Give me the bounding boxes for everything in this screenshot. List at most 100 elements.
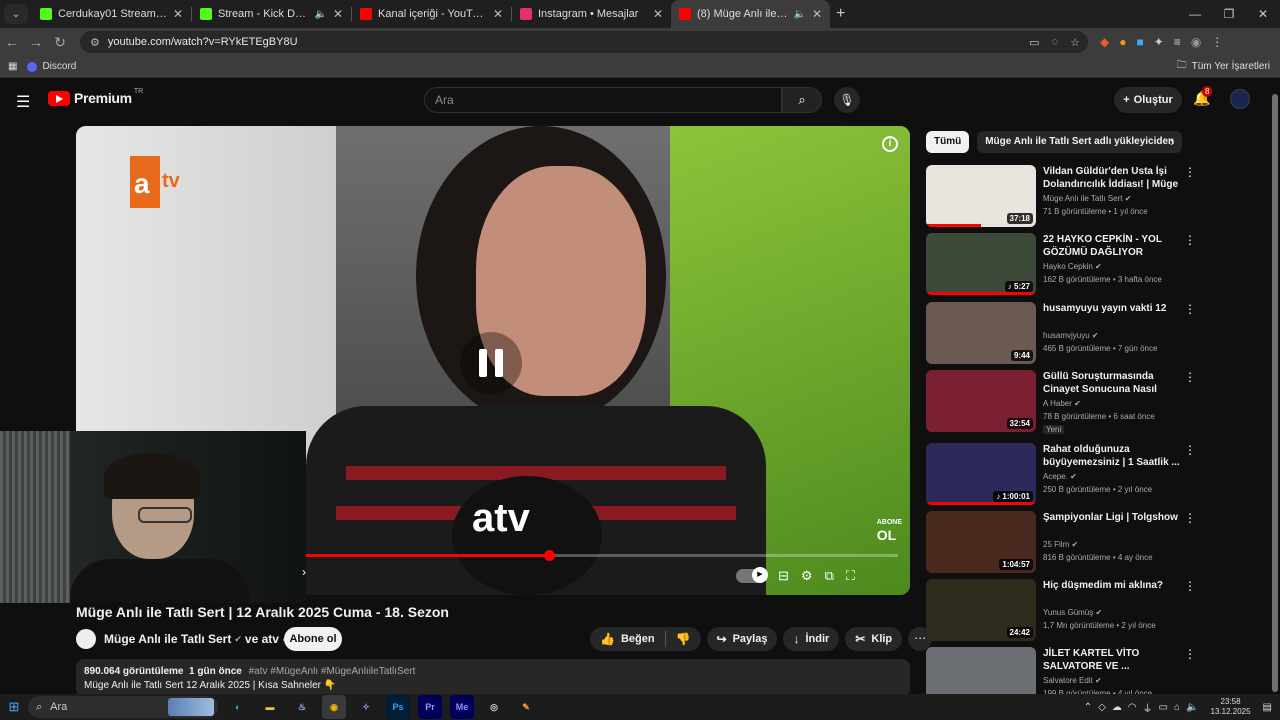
notification-center-icon[interactable]: ▤ [1263,702,1272,713]
recommendation-channel[interactable]: 25 Film ✔ [1043,540,1078,549]
recommendation-title[interactable]: Hiç düşmedim mi aklına? [1043,579,1183,592]
back-button[interactable]: ← [0,34,24,50]
like-button[interactable]: 👍 Beğen [590,627,665,651]
subscribe-button[interactable]: Abone ol [284,627,342,651]
scrubber-handle[interactable] [543,550,555,561]
fullscreen-icon[interactable]: ⛶ [846,568,855,584]
recommendation-title[interactable]: Rahat olduğunuza büyüyemezsiniz | 1 Saat… [1043,443,1183,469]
page-scrollbar[interactable] [1270,80,1280,694]
obs-icon[interactable]: ◎ [482,695,506,719]
more-options-icon[interactable]: ⋮ [1184,165,1196,179]
all-bookmarks[interactable]: 🗀 Tüm Yer İşaretleri [1177,58,1270,75]
copilot-icon[interactable]: ✧ [354,695,378,719]
video-thumbnail[interactable]: 24:42 [926,579,1036,641]
video-thumbnail[interactable]: 1:04:57 [926,511,1036,573]
more-options-icon[interactable]: ⋮ [1184,647,1196,661]
chevron-right-icon[interactable]: › [302,565,306,579]
more-options-icon[interactable]: ⋮ [1184,302,1196,316]
chip-all[interactable]: Tümü [926,131,970,153]
minimize-button[interactable]: — [1178,0,1212,28]
steam-icon[interactable]: ♨ [290,695,314,719]
windows-start-icon[interactable]: ⊞ [0,699,28,715]
description-box[interactable]: 890.064 görüntüleme 1 gün önce #atv #Müg… [76,659,910,697]
window-close-button[interactable]: ✕ [1246,0,1280,28]
tab-youtube-video[interactable]: (8) Müge Anlı ile Tatlı Sert | 12 Aralık… [671,0,830,28]
recommendation-item[interactable]: 24:42 Hiç düşmedim mi aklına? Yunus Gümüş … [926,579,1256,641]
close-icon[interactable]: ✕ [173,7,183,21]
chevron-up-icon[interactable]: ⌃ [1084,702,1092,713]
recommendation-title[interactable]: Güllü Soruşturmasında Cinayet Sonucuna N… [1043,370,1183,396]
tab-search-button[interactable]: ⌄ [4,4,28,24]
recommendation-channel[interactable]: Müge Anlı ile Tatlı Sert ✔ [1043,194,1131,203]
paint-app-icon[interactable]: ✎ [514,695,538,719]
bookmark-star-icon[interactable]: ☆ [1070,36,1080,49]
clip-button[interactable]: ✂ Klip [845,627,903,651]
search-button[interactable]: ⌕ [782,87,822,113]
chevron-right-icon[interactable]: › [1170,134,1174,149]
network-icon[interactable]: ⌂ [1174,702,1180,713]
url-bar[interactable]: ⚙ youtube.com/watch?v=RYkETEgBY8U ▭ ◌ ☆ [80,31,1088,53]
hashtags[interactable]: #atv #MügeAnlı #MügeAnlıileTatlıSert [249,666,416,677]
cloud-icon[interactable]: ☁ [1112,702,1122,713]
recommendation-channel[interactable]: Yunus Gümüş ✔ [1043,608,1102,617]
recommendation-channel[interactable]: Acepe. ✔ [1043,472,1077,481]
apps-grid-icon[interactable]: ▦ [8,61,17,72]
recommendation-item[interactable]: 1:04:57 Şampiyonlar Ligi | Tolgshow 25 Fil… [926,511,1256,573]
recommendation-title[interactable]: JİLET KARTEL VİTO SALVATORE VE ... [1043,647,1183,673]
recommendation-channel[interactable]: A Haber ✔ [1043,399,1081,408]
photoshop-icon[interactable]: Ps [386,695,410,719]
share-button[interactable]: ↪ Paylaş [706,627,778,651]
menu-icon[interactable]: ☰ [16,92,30,112]
speaker-icon[interactable]: 🔈 [314,9,326,20]
info-icon[interactable]: i [882,136,898,152]
recommendation-channel[interactable]: Hayko Cepkin ✔ [1043,262,1102,271]
chrome-icon[interactable]: ◉ [322,695,346,719]
battery-icon[interactable]: ▭ [1159,702,1168,713]
profile-icon[interactable]: ◉ [1191,35,1201,49]
browser-menu-icon[interactable]: ⋮ [1211,35,1223,49]
recommendation-channel[interactable]: husamvjyuyu ✔ [1043,331,1099,340]
taskbar-search[interactable]: ⌕ Ara [28,696,218,718]
miniplayer-icon[interactable]: ⧉ [825,568,834,584]
account-avatar[interactable] [1230,89,1250,109]
reading-list-icon[interactable]: ≡ [1174,35,1181,49]
video-thumbnail[interactable]: 32:54 [926,370,1036,432]
new-tab-button[interactable]: + [836,5,845,23]
recommendation-item[interactable]: 9:44 husamyuyu yayın vakti 12 husamvjyuyu … [926,302,1256,364]
download-button[interactable]: ↓ İndir [783,627,840,651]
recommendation-item[interactable]: 37:18 Vildan Güldür'den Usta İşi Dolandır… [926,165,1256,227]
file-explorer-icon[interactable]: ▬ [258,695,282,719]
chip-from-uploader[interactable]: Müge Anlı ile Tatlı Sert adlı yükleyicid… [977,131,1183,153]
search-input[interactable]: Ara [424,87,782,113]
tab-kick-watch[interactable]: Cerdukay01 Stream - Watch Live on Kick ✕ [32,0,191,28]
more-options-icon[interactable]: ⋮ [1184,511,1196,525]
close-icon[interactable]: ✕ [333,7,343,21]
more-options-icon[interactable]: ⋮ [1184,579,1196,593]
settings-gear-icon[interactable]: ⚙ [801,568,813,584]
media-encoder-icon[interactable]: Me [450,695,474,719]
forward-button[interactable]: → [24,34,48,50]
video-thumbnail[interactable]: 9:44 [926,302,1036,364]
site-info-icon[interactable]: ⚙ [90,36,100,49]
premiere-icon[interactable]: Pr [418,695,442,719]
bookmark-discord[interactable]: Discord [27,61,76,72]
recommendation-item[interactable]: ♪ 1:00:01 Rahat olduğunuza büyüyemezsiniz… [926,443,1256,505]
recommendation-title[interactable]: 22 HAYKO CEPKİN - YOL GÖZÜMÜ DAĞLIYOR AK… [1043,233,1183,259]
extension-orange-icon[interactable]: ● [1119,35,1126,49]
volume-icon[interactable]: 🔈 [1186,702,1198,713]
video-thumbnail[interactable]: ♪ 1:00:01 [926,443,1036,505]
tab-kick-dashboard[interactable]: Stream - Kick Dashboard 🔈 ✕ [192,0,351,28]
video-thumbnail[interactable]: 37:18 [926,165,1036,227]
scrollbar-thumb[interactable] [1272,94,1278,692]
clock[interactable]: 23:58 13.12.2025 [1211,697,1251,717]
close-icon[interactable]: ✕ [812,7,822,21]
cast-icon[interactable]: ▭ [1029,36,1039,49]
more-options-icon[interactable]: ⋮ [1184,370,1196,384]
edge-icon[interactable]: ◐ [226,695,250,719]
restore-button[interactable]: ❐ [1212,0,1246,28]
recommendation-title[interactable]: Vildan Güldür'den Usta İşi Dolandırıcılı… [1043,165,1183,191]
close-icon[interactable]: ✕ [493,7,503,21]
wifi-icon[interactable]: ◠ [1128,702,1137,713]
progress-bar[interactable] [306,550,898,561]
extension-blue-icon[interactable]: ■ [1136,35,1143,49]
